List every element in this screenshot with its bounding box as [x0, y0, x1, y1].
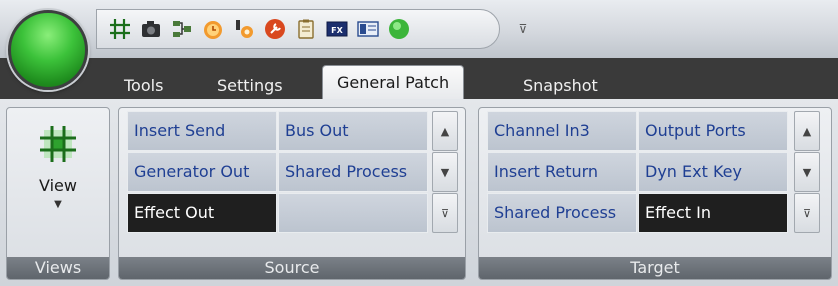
target-cell-selected[interactable]: Effect In — [638, 193, 788, 233]
scroll-more-button[interactable]: ⊽ — [432, 193, 458, 233]
target-cell[interactable]: Shared Process — [487, 193, 637, 233]
view-dropdown-arrow-icon: ▼ — [54, 199, 62, 210]
source-group-label: Source — [119, 257, 465, 279]
source-cell[interactable]: Insert Send — [127, 111, 277, 151]
target-cell[interactable]: Output Ports — [638, 111, 788, 151]
quick-access-toolbar: FX — [96, 9, 500, 49]
scroll-up-button[interactable]: ▲ — [432, 111, 458, 151]
grid-view-icon — [40, 126, 76, 162]
clipboard-icon[interactable] — [293, 16, 319, 42]
scroll-down-button[interactable]: ▼ — [432, 152, 458, 192]
source-cell-selected[interactable]: Effect Out — [127, 193, 277, 233]
green-circle-icon[interactable] — [386, 16, 412, 42]
app-orb-button[interactable] — [8, 10, 88, 90]
source-cell-empty[interactable] — [278, 193, 428, 233]
tab-tools[interactable]: Tools — [124, 72, 163, 100]
ribbon-panel: View ▼ Views Insert Send Bus Out Generat… — [0, 99, 838, 286]
settings-gear-icon[interactable] — [231, 16, 257, 42]
scroll-more-button[interactable]: ⊽ — [794, 193, 820, 233]
scroll-down-button[interactable]: ▼ — [794, 152, 820, 192]
grid-icon[interactable] — [107, 16, 133, 42]
target-cell[interactable]: Dyn Ext Key — [638, 152, 788, 192]
wrench-circle-icon[interactable] — [262, 16, 288, 42]
source-group: Insert Send Bus Out Generator Out Shared… — [118, 107, 466, 280]
target-group-label: Target — [479, 257, 831, 279]
overflow-dropdown-icon[interactable]: ⊽ — [516, 20, 530, 38]
view-button-label: View — [39, 176, 77, 195]
svg-text:FX: FX — [331, 26, 343, 35]
tab-general-patch[interactable]: General Patch — [322, 65, 465, 101]
tab-settings[interactable]: Settings — [217, 72, 283, 100]
scroll-up-button[interactable]: ▲ — [794, 111, 820, 151]
target-group: Channel In3 Output Ports Insert Return D… — [478, 107, 832, 280]
views-group-label: Views — [7, 257, 109, 279]
camera-icon[interactable] — [138, 16, 164, 42]
views-group: View ▼ Views — [6, 107, 110, 280]
source-cell[interactable]: Bus Out — [278, 111, 428, 151]
tab-snapshot[interactable]: Snapshot — [523, 72, 598, 100]
clock-icon[interactable] — [200, 16, 226, 42]
ribbon-tab-strip: Tools Settings General Patch Snapshot — [0, 58, 838, 101]
panel-icon[interactable] — [355, 16, 381, 42]
routing-icon[interactable] — [169, 16, 195, 42]
source-cell[interactable]: Generator Out — [127, 152, 277, 192]
view-button[interactable]: View ▼ — [11, 112, 105, 252]
target-cell[interactable]: Insert Return — [487, 152, 637, 192]
title-bar: FX ⊽ — [0, 0, 838, 90]
source-cell[interactable]: Shared Process — [278, 152, 428, 192]
fx-icon[interactable]: FX — [324, 16, 350, 42]
target-cell[interactable]: Channel In3 — [487, 111, 637, 151]
